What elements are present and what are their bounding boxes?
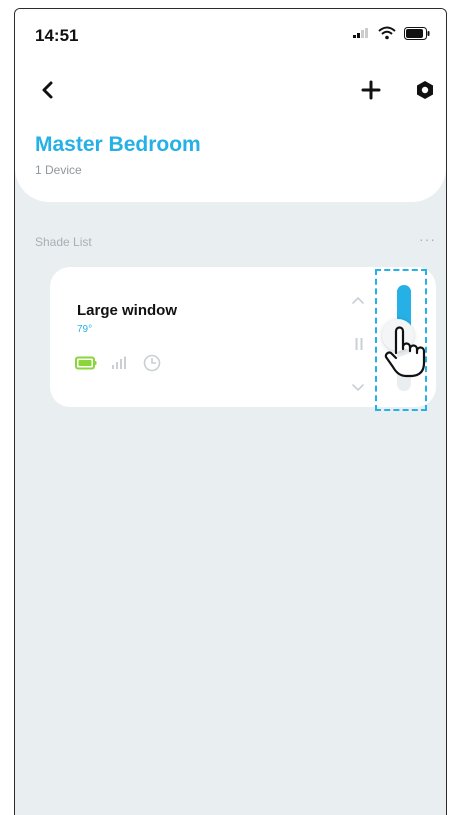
phone-screen: 14:51 Master Bedroom 1 Device Shade List… [14, 8, 447, 815]
room-header: 14:51 Master Bedroom 1 Device [15, 9, 446, 202]
clock-icon[interactable] [143, 354, 161, 372]
wifi-icon [378, 26, 396, 40]
shade-card[interactable]: Large window 79° [50, 267, 436, 411]
chevron-down-icon[interactable] [351, 383, 365, 393]
shade-name: Large window [77, 302, 178, 319]
status-time: 14:51 [35, 26, 79, 45]
more-options-button[interactable]: ··· [419, 231, 436, 247]
signal-icon [353, 28, 368, 38]
pause-icon[interactable] [354, 337, 364, 351]
hexagon-settings-icon[interactable] [414, 79, 436, 101]
hand-pointer-icon [384, 326, 426, 378]
shade-list-heading: Shade List [35, 235, 92, 249]
room-title: Master Bedroom [35, 133, 201, 156]
device-count: 1 Device [35, 163, 82, 177]
battery-icon [404, 26, 430, 40]
status-indicators [352, 26, 430, 40]
chevron-up-icon[interactable] [351, 295, 365, 305]
battery-level-icon [75, 356, 97, 370]
shade-status-icons [75, 354, 161, 372]
chevron-left-icon[interactable] [37, 79, 59, 101]
plus-icon[interactable] [359, 78, 383, 102]
shade-temperature: 79° [77, 324, 93, 335]
signal-strength-icon [112, 356, 126, 369]
